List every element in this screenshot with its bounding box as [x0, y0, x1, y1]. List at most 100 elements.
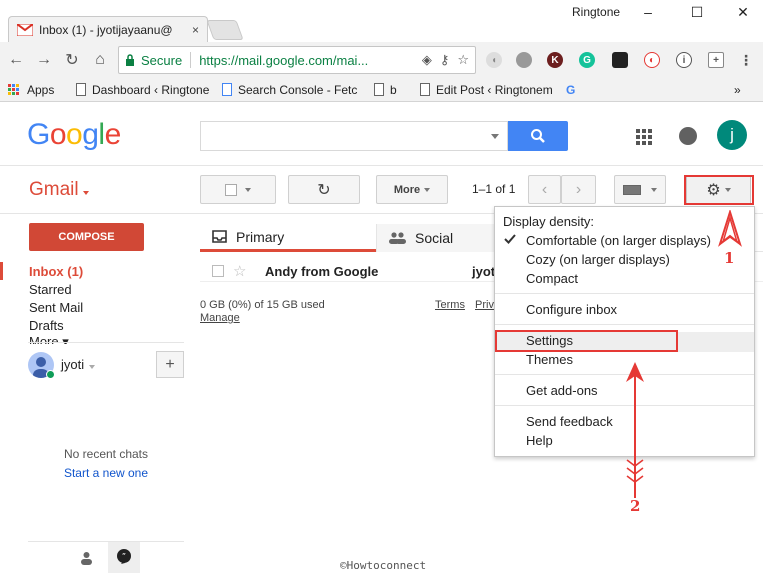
menu-item-comfortable[interactable]: Comfortable (on larger displays): [526, 231, 711, 249]
url-text[interactable]: https://mail.google.com/mai...: [199, 53, 383, 68]
no-chats-text: No recent chats: [63, 447, 149, 461]
info-icon[interactable]: i: [676, 52, 692, 68]
start-new-chat-link[interactable]: Start a new one: [0, 466, 212, 480]
maximize-button[interactable]: ☐: [674, 2, 720, 22]
more-actions-button[interactable]: More: [376, 175, 448, 204]
new-chat-button[interactable]: +: [156, 351, 184, 378]
reload-icon[interactable]: ↻: [63, 51, 81, 69]
tab-primary[interactable]: Primary: [200, 224, 376, 252]
gmail-favicon-icon: [16, 22, 34, 36]
tab-close-icon[interactable]: ×: [192, 23, 199, 37]
google-logo[interactable]: Google: [27, 118, 121, 152]
row-checkbox[interactable]: [212, 265, 224, 277]
page-icon: [374, 83, 384, 96]
back-arrow-icon[interactable]: ←: [7, 51, 25, 69]
nav-drafts[interactable]: Drafts: [0, 316, 190, 334]
lock-icon: [126, 54, 134, 66]
tab-title: Inbox (1) - jyotijayaanu@: [39, 22, 173, 37]
address-bar[interactable]: Secure https://mail.google.com/mai... ◈ …: [118, 46, 476, 74]
new-tab-button[interactable]: [206, 20, 244, 40]
input-tools-button[interactable]: [614, 175, 666, 204]
tab-strip: Inbox (1) - jyotijayaanu@ × Ringtone – ☐…: [0, 0, 763, 42]
chat-bottom-bar: ”: [28, 541, 184, 573]
extension-icon[interactable]: +: [708, 52, 724, 68]
hangouts-icon[interactable]: ”: [116, 549, 132, 565]
home-icon[interactable]: ⌂: [91, 51, 109, 69]
notifications-bell-icon[interactable]: [679, 127, 697, 145]
browser-toolbar: ← → ↻ ⌂ Secure https://mail.google.com/m…: [0, 42, 763, 78]
search-options-caret-icon[interactable]: [491, 134, 499, 139]
nav-inbox[interactable]: Inbox (1): [0, 262, 190, 280]
eye-icon[interactable]: ◈: [422, 52, 432, 68]
browser-chrome: Inbox (1) - jyotijayaanu@ × Ringtone – ☐…: [0, 0, 763, 102]
pagination-info: 1–1 of 1: [472, 182, 516, 196]
google-g-icon[interactable]: G: [566, 83, 575, 97]
newer-button[interactable]: ‹: [528, 175, 561, 204]
menu-item-cozy[interactable]: Cozy (on larger displays): [526, 250, 670, 268]
search-input[interactable]: [200, 121, 508, 151]
keyboard-icon: [623, 184, 641, 195]
account-avatar[interactable]: j: [717, 120, 747, 150]
apps-grid-icon: [8, 84, 19, 95]
older-button[interactable]: ›: [561, 175, 596, 204]
bookmark-b[interactable]: b: [374, 83, 397, 97]
chevron-down-icon: [245, 187, 251, 192]
bookmark-apps[interactable]: Apps: [8, 83, 54, 97]
tab-social[interactable]: Social: [376, 224, 494, 252]
menu-dots-icon[interactable]: ⋮: [738, 52, 754, 68]
bookmark-search-console[interactable]: Search Console - Fetc: [222, 83, 358, 97]
manage-storage-link[interactable]: Manage: [200, 312, 240, 324]
gmail-app-switcher[interactable]: Gmail: [29, 179, 89, 201]
bookmark-star-icon[interactable]: ☆: [457, 52, 469, 68]
menu-item-get-addons[interactable]: Get add-ons: [526, 381, 598, 399]
key-icon[interactable]: ⚷: [440, 52, 450, 68]
menu-item-configure-inbox[interactable]: Configure inbox: [526, 300, 617, 318]
contacts-person-icon[interactable]: [80, 551, 93, 565]
chevron-down-icon: [82, 191, 89, 195]
checkmark-icon: [504, 234, 516, 244]
select-checkbox-button[interactable]: [200, 175, 276, 204]
bookmarks-overflow-icon[interactable]: »: [734, 83, 741, 97]
chevron-down-icon: [651, 187, 657, 192]
extension-icon[interactable]: [516, 52, 532, 68]
menu-item-help[interactable]: Help: [526, 431, 553, 449]
nav-sent-mail[interactable]: Sent Mail: [0, 298, 190, 316]
folder-nav: Inbox (1) Starred Sent Mail Drafts More …: [0, 262, 190, 344]
annotation-step-2: 2: [630, 497, 641, 515]
chevron-left-icon: ‹: [541, 180, 548, 198]
browser-tab-inbox[interactable]: Inbox (1) - jyotijayaanu@ ×: [8, 16, 208, 42]
star-icon[interactable]: ☆: [233, 262, 246, 280]
grammarly-icon[interactable]: G: [579, 52, 595, 68]
privacy-link[interactable]: Priv: [475, 299, 494, 311]
checkbox-icon: [225, 183, 237, 196]
bookmark-dashboard[interactable]: Dashboard ‹ Ringtone: [76, 83, 210, 97]
search-button[interactable]: [508, 121, 568, 151]
search-icon: [531, 129, 545, 143]
menu-item-themes[interactable]: Themes: [526, 350, 573, 368]
profile-name[interactable]: Ringtone: [572, 5, 620, 19]
extension-icon[interactable]: ◐: [644, 52, 660, 68]
refresh-button[interactable]: ↻: [288, 175, 360, 204]
gmail-header: Google j: [0, 102, 763, 166]
compose-button[interactable]: COMPOSE: [29, 223, 144, 251]
chevron-down-icon: [424, 187, 431, 192]
menu-divider: [495, 293, 754, 294]
plus-icon: +: [165, 355, 175, 373]
omnibox-divider: [190, 52, 192, 68]
extension-icon[interactable]: [612, 52, 628, 68]
minimize-button[interactable]: –: [625, 2, 671, 22]
google-apps-icon[interactable]: [636, 129, 652, 145]
menu-item-compact[interactable]: Compact: [526, 269, 578, 287]
bookmark-edit-post[interactable]: Edit Post ‹ Ringtonem: [420, 83, 552, 97]
close-window-button[interactable]: ✕: [720, 2, 763, 22]
extension-k-icon[interactable]: K: [547, 52, 563, 68]
menu-divider: [495, 324, 754, 325]
svg-text:”: ”: [122, 552, 126, 561]
forward-arrow-icon[interactable]: →: [35, 51, 53, 69]
bookmarks-bar: Apps Dashboard ‹ Ringtone Search Console…: [0, 78, 763, 102]
menu-item-send-feedback[interactable]: Send feedback: [526, 412, 613, 430]
terms-link[interactable]: Terms: [435, 299, 465, 311]
inbox-tray-icon: [212, 230, 227, 243]
nav-starred[interactable]: Starred: [0, 280, 190, 298]
extension-icon[interactable]: ◖: [486, 52, 502, 68]
